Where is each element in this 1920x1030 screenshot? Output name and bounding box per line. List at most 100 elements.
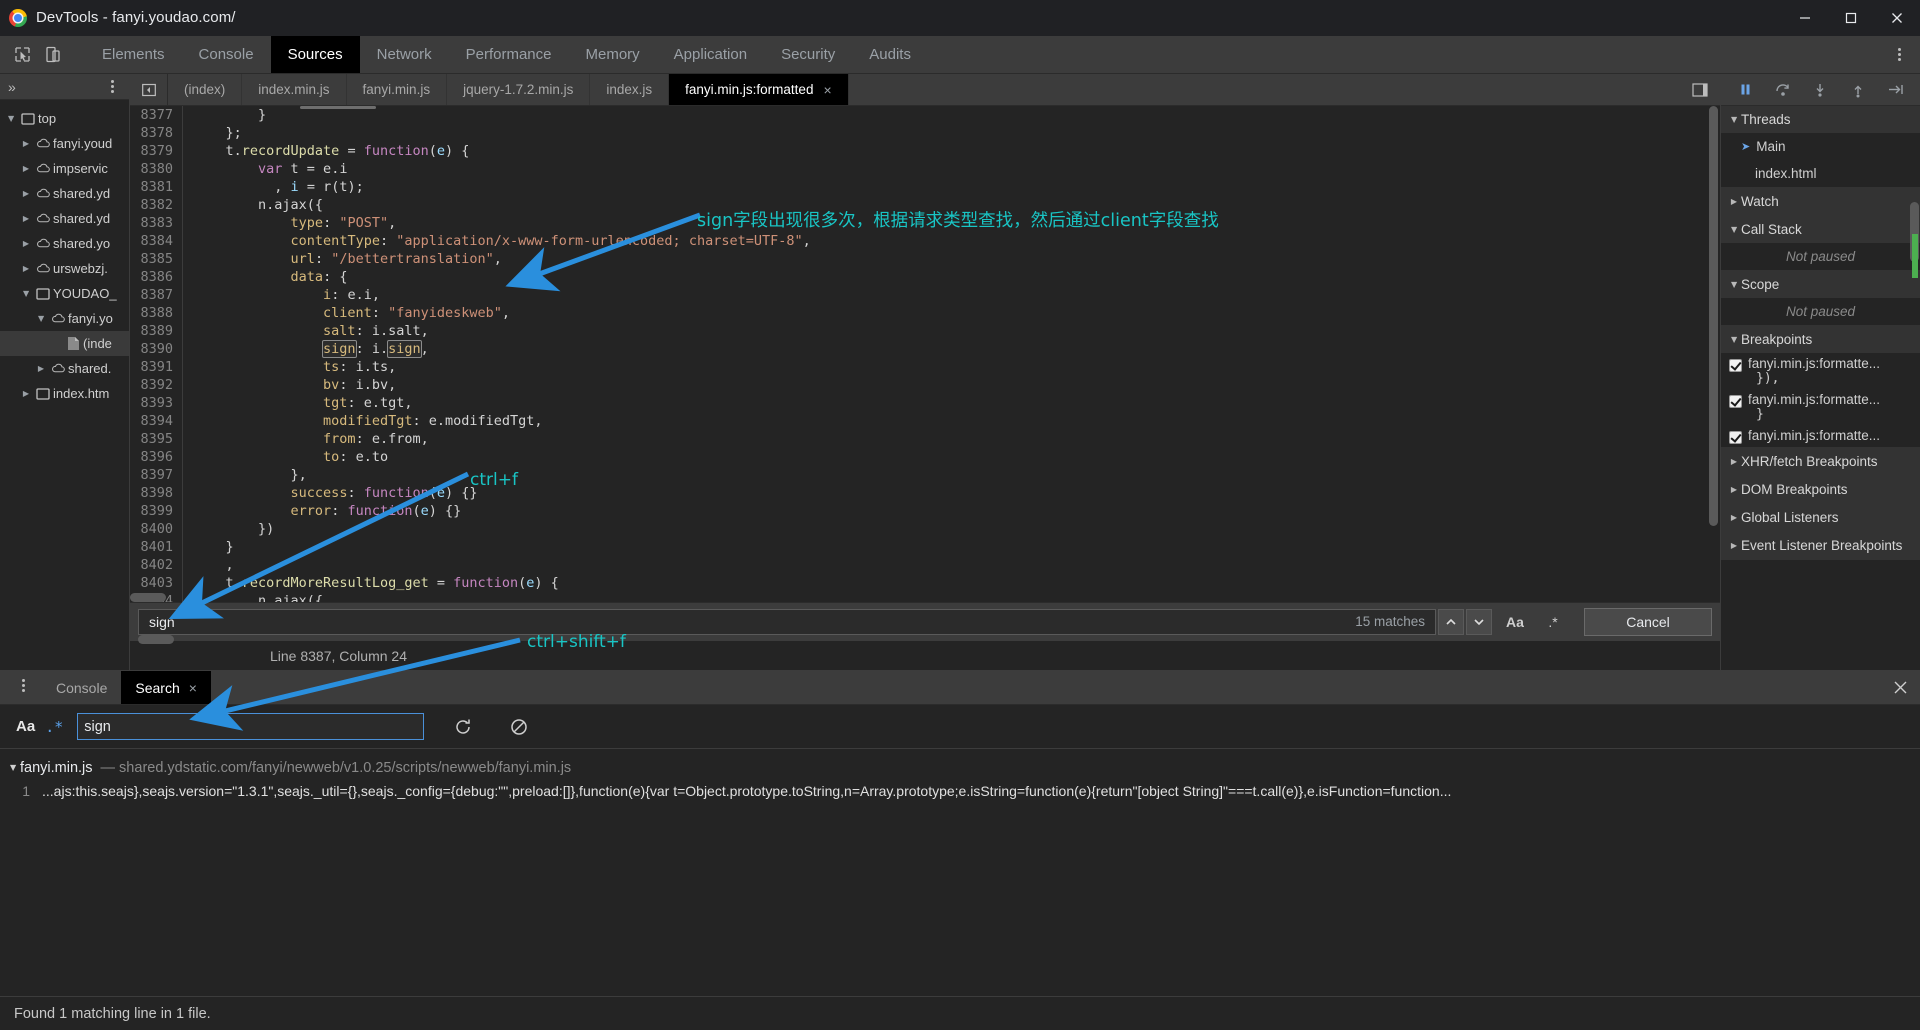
debugger-section-header-event-listener-breakpoints[interactable]: ▶ Event Listener Breakpoints bbox=[1721, 532, 1920, 559]
line-number[interactable]: 8400 bbox=[130, 520, 183, 538]
tree-item-3[interactable]: ▶ shared.yd bbox=[0, 181, 129, 206]
drawer-tab-search[interactable]: Search × bbox=[121, 671, 211, 704]
code-line-content[interactable]: n.ajax({ bbox=[183, 196, 323, 214]
line-number[interactable]: 8382 bbox=[130, 196, 183, 214]
chevrons-right-icon[interactable]: » bbox=[8, 80, 16, 94]
search-result-line[interactable]: 1 ...ajs:this.seajs},seajs.version="1.3.1… bbox=[0, 783, 1920, 799]
line-number[interactable]: 8381 bbox=[130, 178, 183, 196]
step-into-button[interactable] bbox=[1808, 78, 1832, 102]
drawer-tab-console[interactable]: Console bbox=[42, 671, 121, 704]
disclosure-triangle-icon[interactable]: ▶ bbox=[1727, 457, 1741, 466]
show-drawer-icon[interactable] bbox=[1680, 74, 1720, 105]
line-number[interactable]: 8388 bbox=[130, 304, 183, 322]
maximize-button[interactable] bbox=[1828, 0, 1874, 36]
line-number[interactable]: 8385 bbox=[130, 250, 183, 268]
line-number[interactable]: 8390 bbox=[130, 340, 183, 358]
breakpoint-checkbox[interactable] bbox=[1729, 359, 1742, 372]
step-over-button[interactable] bbox=[1771, 78, 1795, 102]
disclosure-triangle-icon[interactable]: ▶ bbox=[19, 290, 33, 298]
line-number[interactable]: 8386 bbox=[130, 268, 183, 286]
code-line-content[interactable]: } bbox=[183, 106, 266, 124]
find-cancel-button[interactable]: Cancel bbox=[1584, 607, 1712, 636]
disclosure-triangle-icon[interactable]: ▶ bbox=[1727, 281, 1741, 289]
code-line-content[interactable]: n.ajax({ bbox=[183, 592, 323, 602]
code-line-content[interactable]: }, bbox=[183, 466, 307, 484]
disclosure-triangle-icon[interactable]: ▶ bbox=[34, 364, 48, 373]
find-previous-button[interactable] bbox=[1438, 608, 1464, 635]
line-number[interactable]: 8378 bbox=[130, 124, 183, 142]
search-result-file[interactable]: ▶ fanyi.min.js — shared.ydstatic.com/fanyi… bbox=[0, 755, 1920, 781]
tree-item-4[interactable]: ▶ shared.yd bbox=[0, 206, 129, 231]
line-number[interactable]: 8380 bbox=[130, 160, 183, 178]
line-number[interactable]: 8394 bbox=[130, 412, 183, 430]
clear-icon[interactable] bbox=[502, 710, 536, 744]
editor-tab-fanyi-min-js-formatted[interactable]: fanyi.min.js:formatted × bbox=[669, 74, 849, 105]
debugger-section-header-threads[interactable]: ▶ Threads bbox=[1721, 106, 1920, 133]
disclosure-triangle-icon[interactable]: ▶ bbox=[19, 264, 33, 273]
code-line-content[interactable]: data: { bbox=[183, 268, 348, 286]
code-line-content[interactable]: sign: i.sign, bbox=[183, 340, 429, 358]
disclosure-triangle-icon[interactable]: ▶ bbox=[19, 389, 33, 398]
code-line-content[interactable]: , i = r(t); bbox=[183, 178, 363, 196]
disclosure-triangle-icon[interactable]: ▶ bbox=[1727, 197, 1741, 206]
line-number[interactable]: 8393 bbox=[130, 394, 183, 412]
editor-tab-close-icon[interactable]: × bbox=[823, 83, 831, 97]
search-input[interactable]: sign bbox=[77, 713, 425, 740]
code-line-content[interactable]: url: "/bettertranslation", bbox=[183, 250, 502, 268]
panel-tab-console[interactable]: Console bbox=[182, 36, 271, 73]
tree-item-9[interactable]: (inde bbox=[0, 331, 129, 356]
drawer-tab-close-icon[interactable]: × bbox=[189, 680, 197, 696]
disclosure-triangle-icon[interactable]: ▶ bbox=[19, 189, 33, 198]
step-button[interactable] bbox=[1883, 78, 1907, 102]
debugger-item[interactable]: ➤ Main bbox=[1721, 133, 1920, 160]
refresh-icon[interactable] bbox=[446, 710, 480, 744]
disclosure-triangle-icon[interactable]: ▶ bbox=[1727, 513, 1741, 522]
panel-tab-performance[interactable]: Performance bbox=[449, 36, 569, 73]
device-toolbar-icon[interactable] bbox=[38, 41, 66, 69]
more-options-icon[interactable] bbox=[1886, 41, 1912, 69]
code-line-content[interactable]: ts: i.ts, bbox=[183, 358, 396, 376]
panel-tab-memory[interactable]: Memory bbox=[569, 36, 657, 73]
tree-item-10[interactable]: ▶ shared. bbox=[0, 356, 129, 381]
find-match-case-button[interactable]: Aa bbox=[1500, 609, 1530, 635]
code-line-content[interactable]: }) bbox=[183, 520, 274, 538]
editor-tab-index-min-js[interactable]: index.min.js bbox=[242, 74, 347, 105]
code-line-content[interactable]: i: e.i, bbox=[183, 286, 380, 304]
code-line-content[interactable]: }; bbox=[183, 124, 242, 142]
panel-tab-security[interactable]: Security bbox=[764, 36, 852, 73]
line-number[interactable]: 8403 bbox=[130, 574, 183, 592]
line-number[interactable]: 8395 bbox=[130, 430, 183, 448]
code-line-content[interactable]: tgt: e.tgt, bbox=[183, 394, 412, 412]
debugger-item[interactable]: index.html bbox=[1721, 160, 1920, 187]
line-number[interactable]: 8377 bbox=[130, 106, 183, 124]
code-line-content[interactable]: , bbox=[183, 556, 234, 574]
disclosure-triangle-icon[interactable]: ▶ bbox=[34, 315, 48, 323]
debugger-section-header-watch[interactable]: ▶ Watch bbox=[1721, 188, 1920, 215]
tree-item-1[interactable]: ▶ fanyi.youd bbox=[0, 131, 129, 156]
drawer-close-icon[interactable] bbox=[1880, 671, 1920, 704]
code-line-content[interactable]: error: function(e) {} bbox=[183, 502, 462, 520]
tree-item-11[interactable]: ▶ index.htm bbox=[0, 381, 129, 406]
drawer-more-options-icon[interactable] bbox=[10, 671, 36, 699]
line-number[interactable]: 8384 bbox=[130, 232, 183, 250]
code-line-content[interactable]: modifiedTgt: e.modifiedTgt, bbox=[183, 412, 542, 430]
line-number[interactable]: 8379 bbox=[130, 142, 183, 160]
tree-item-5[interactable]: ▶ shared.yo bbox=[0, 231, 129, 256]
code-line-content[interactable]: success: function(e) {} bbox=[183, 484, 478, 502]
disclosure-triangle-icon[interactable]: ▶ bbox=[19, 164, 33, 173]
find-next-button[interactable] bbox=[1466, 608, 1492, 635]
panel-tab-network[interactable]: Network bbox=[360, 36, 449, 73]
editor-vertical-scrollbar[interactable] bbox=[1709, 106, 1718, 526]
breakpoint-item[interactable]: fanyi.min.js:formatte...} bbox=[1721, 389, 1920, 425]
code-line-content[interactable]: t.recordUpdate = function(e) { bbox=[183, 142, 470, 160]
tree-item-2[interactable]: ▶ impservic bbox=[0, 156, 129, 181]
disclosure-triangle-icon[interactable]: ▶ bbox=[1727, 485, 1741, 494]
code-line-content[interactable]: from: e.from, bbox=[183, 430, 429, 448]
tree-item-6[interactable]: ▶ urswebzj. bbox=[0, 256, 129, 281]
pause-resume-button[interactable] bbox=[1734, 78, 1758, 102]
debugger-section-header-global-listeners[interactable]: ▶ Global Listeners bbox=[1721, 504, 1920, 531]
editor-tab-jquery-1-7-2-min-js[interactable]: jquery-1.7.2.min.js bbox=[447, 74, 591, 105]
disclosure-triangle-icon[interactable]: ▶ bbox=[19, 239, 33, 248]
debugger-section-header-scope[interactable]: ▶ Scope bbox=[1721, 271, 1920, 298]
breakpoint-checkbox[interactable] bbox=[1729, 395, 1742, 408]
